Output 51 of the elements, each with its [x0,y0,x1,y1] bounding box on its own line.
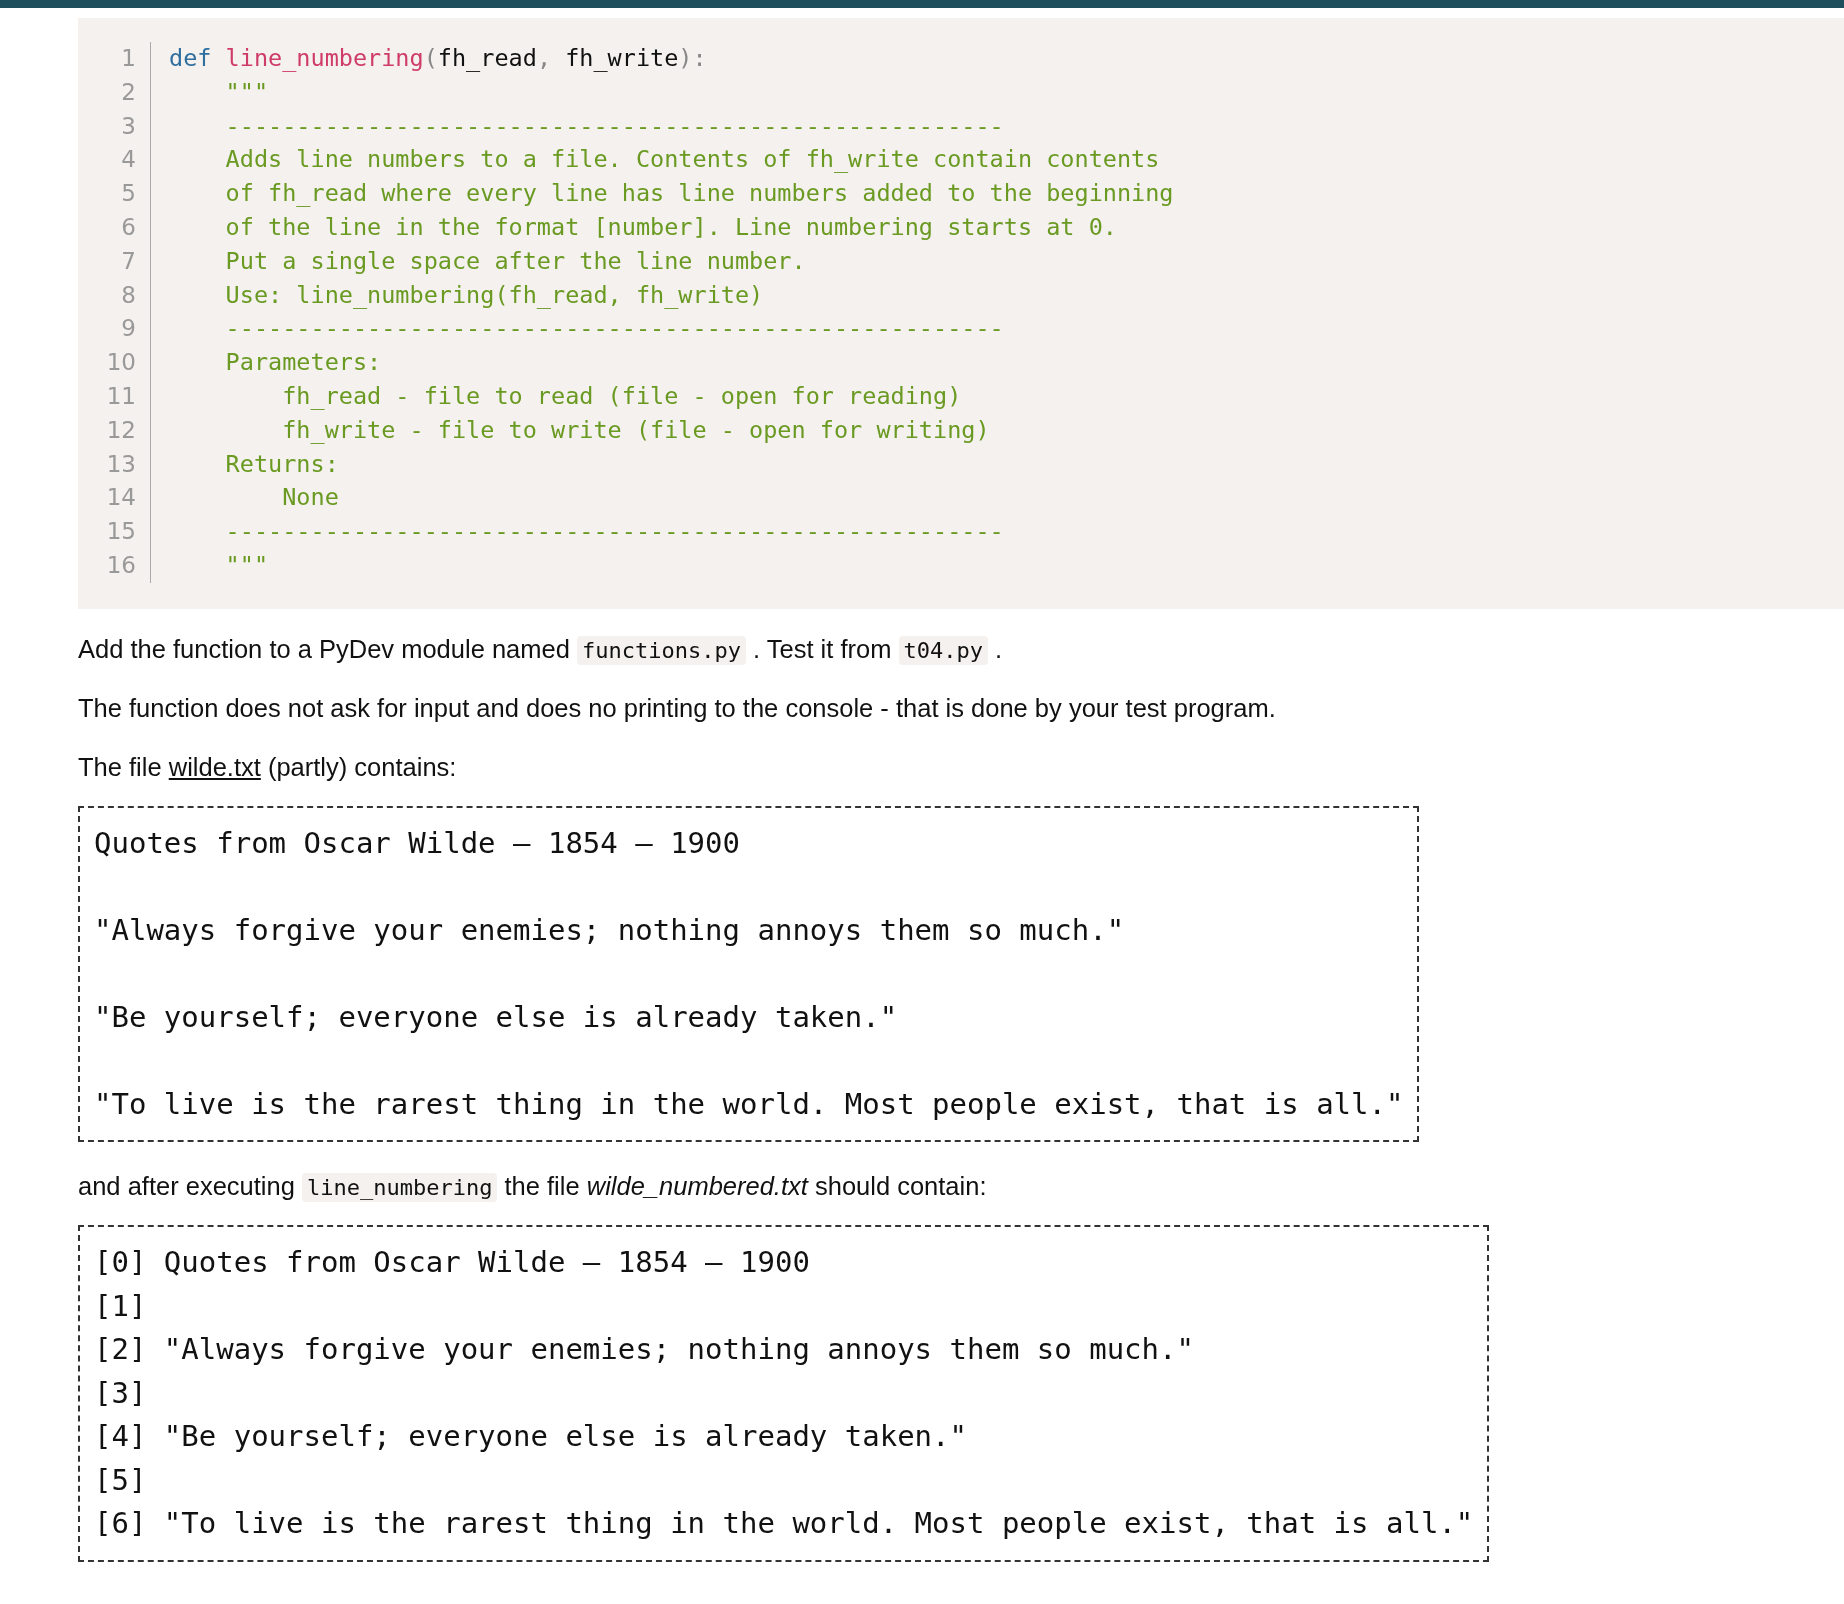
line-number: 4 [78,143,151,178]
inline-code: line_numbering [302,1173,498,1203]
code-line: Put a single space after the line number. [224,245,806,277]
code-line: fh_read - file to read (file - open for reading) [281,380,962,412]
line-number: 3 [78,109,151,144]
code-line: ------------------------------------------------------- [224,313,1004,345]
inline-code: t04.py [898,635,988,665]
code-line: """ [224,549,269,581]
line-number: 2 [78,75,151,110]
line-number: 6 [78,211,151,245]
file-line: Quotes from Oscar Wilde – 1854 – 1900 [94,825,740,860]
file-line: [6] "To live is the rarest thing in the world. Most people exist, that is all." [94,1506,1474,1541]
file-line: [4] "Be yourself; everyone else is already taken." [94,1419,967,1454]
line-number: 11 [78,379,151,414]
file-line: [2] "Always forgive your enemies; nothing annoys them so much." [94,1332,1194,1367]
file-line: "Be yourself; everyone else is already taken." [94,999,898,1034]
code-line: Use: line_numbering(fh_read, fh_write) [224,279,764,311]
code-line: Returns: [224,448,339,480]
file-line: "To live is the rarest thing in the world. Most people exist, that is all." [94,1086,1404,1121]
code-line: Adds line numbers to a file. Contents of fh_write contain contents [224,144,1160,176]
paragraph: and after executing line_numbering the file wilde_numbered.txt should contain: [78,1172,988,1202]
file-line: [0] Quotes from Oscar Wilde – 1854 – 1900 [94,1245,810,1280]
paragraph: Add the function to a PyDev module named functions.py . Test it from t04.py . [78,634,1004,664]
code-line: """ [224,76,269,108]
code-line: ------------------------------------------------------- [224,110,1004,142]
line-number: 9 [78,312,151,347]
line-number: 7 [78,244,151,279]
line-number: 10 [78,346,151,380]
file-link[interactable]: wilde.txt [168,752,261,781]
line-number: 1 [78,42,151,76]
paragraph: The file wilde.txt (partly) contains: [78,752,458,782]
code-line: None [281,482,339,514]
line-number: 15 [78,515,151,549]
file-line: [5] [94,1462,147,1497]
line-number: 8 [78,278,151,313]
inline-code: functions.py [576,635,746,665]
code-line: of fh_read where every line has line numbers added to the beginning [224,178,1174,210]
file-line: "Always forgive your enemies; nothing annoys them so much." [94,912,1125,947]
code-line: Parameters: [224,347,382,379]
file-line: [1] [94,1288,147,1323]
paragraph: The function does not ask for input and does no printing to the console - that is done by your test program. [78,693,1277,723]
line-number: 5 [78,177,151,211]
line-number: 13 [78,447,151,482]
line-number: 12 [78,413,151,448]
code-line: def line_numbering(fh_read, fh_write): [168,43,707,74]
code-line: of the line in the format [number]. Line numbering starts at 0. [224,212,1117,243]
file-line: [3] [94,1375,147,1410]
code-line: fh_write - file to write (file - open for writing) [281,414,990,446]
code-line: ------------------------------------------------------- [224,516,1004,548]
line-number: 14 [78,481,151,516]
line-number: 16 [78,548,151,583]
